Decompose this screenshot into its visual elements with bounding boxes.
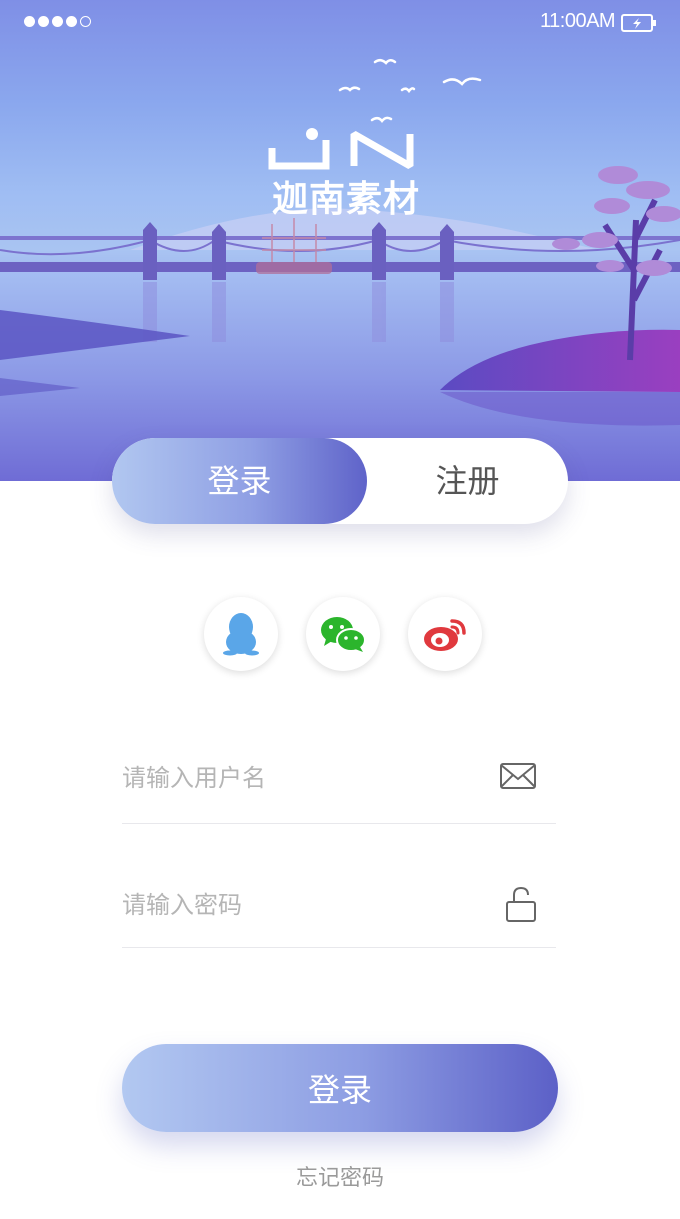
brand-name: 迦南素材 [271,179,420,220]
weibo-icon [424,619,466,651]
hero-banner: 11:00AM 迦南素材 [0,0,680,481]
username-field [122,748,556,824]
forgot-password-link[interactable]: 忘记密码 [240,1160,440,1192]
status-time: 11:00AM [540,10,616,32]
password-field [122,872,556,948]
landscape-illustration [0,59,680,481]
wechat-login-button[interactable] [306,597,380,671]
wechat-icon [321,617,366,652]
auth-tabs: 登录 注册 [112,438,568,524]
signal-strength-icon [24,16,91,27]
weibo-login-button[interactable] [408,597,482,671]
qq-penguin-icon [223,613,259,656]
mail-icon [500,763,536,789]
unlock-icon [506,886,536,922]
battery-icon [621,14,656,32]
login-submit-button[interactable]: 登录 [122,1044,558,1132]
brand-logo-icon [268,128,414,170]
username-input[interactable] [122,748,462,808]
tab-login[interactable]: 登录 [112,438,367,524]
qq-login-button[interactable] [204,597,278,671]
password-input[interactable] [122,875,462,935]
tab-register[interactable]: 注册 [367,438,568,524]
status-bar: 11:00AM [0,0,680,46]
